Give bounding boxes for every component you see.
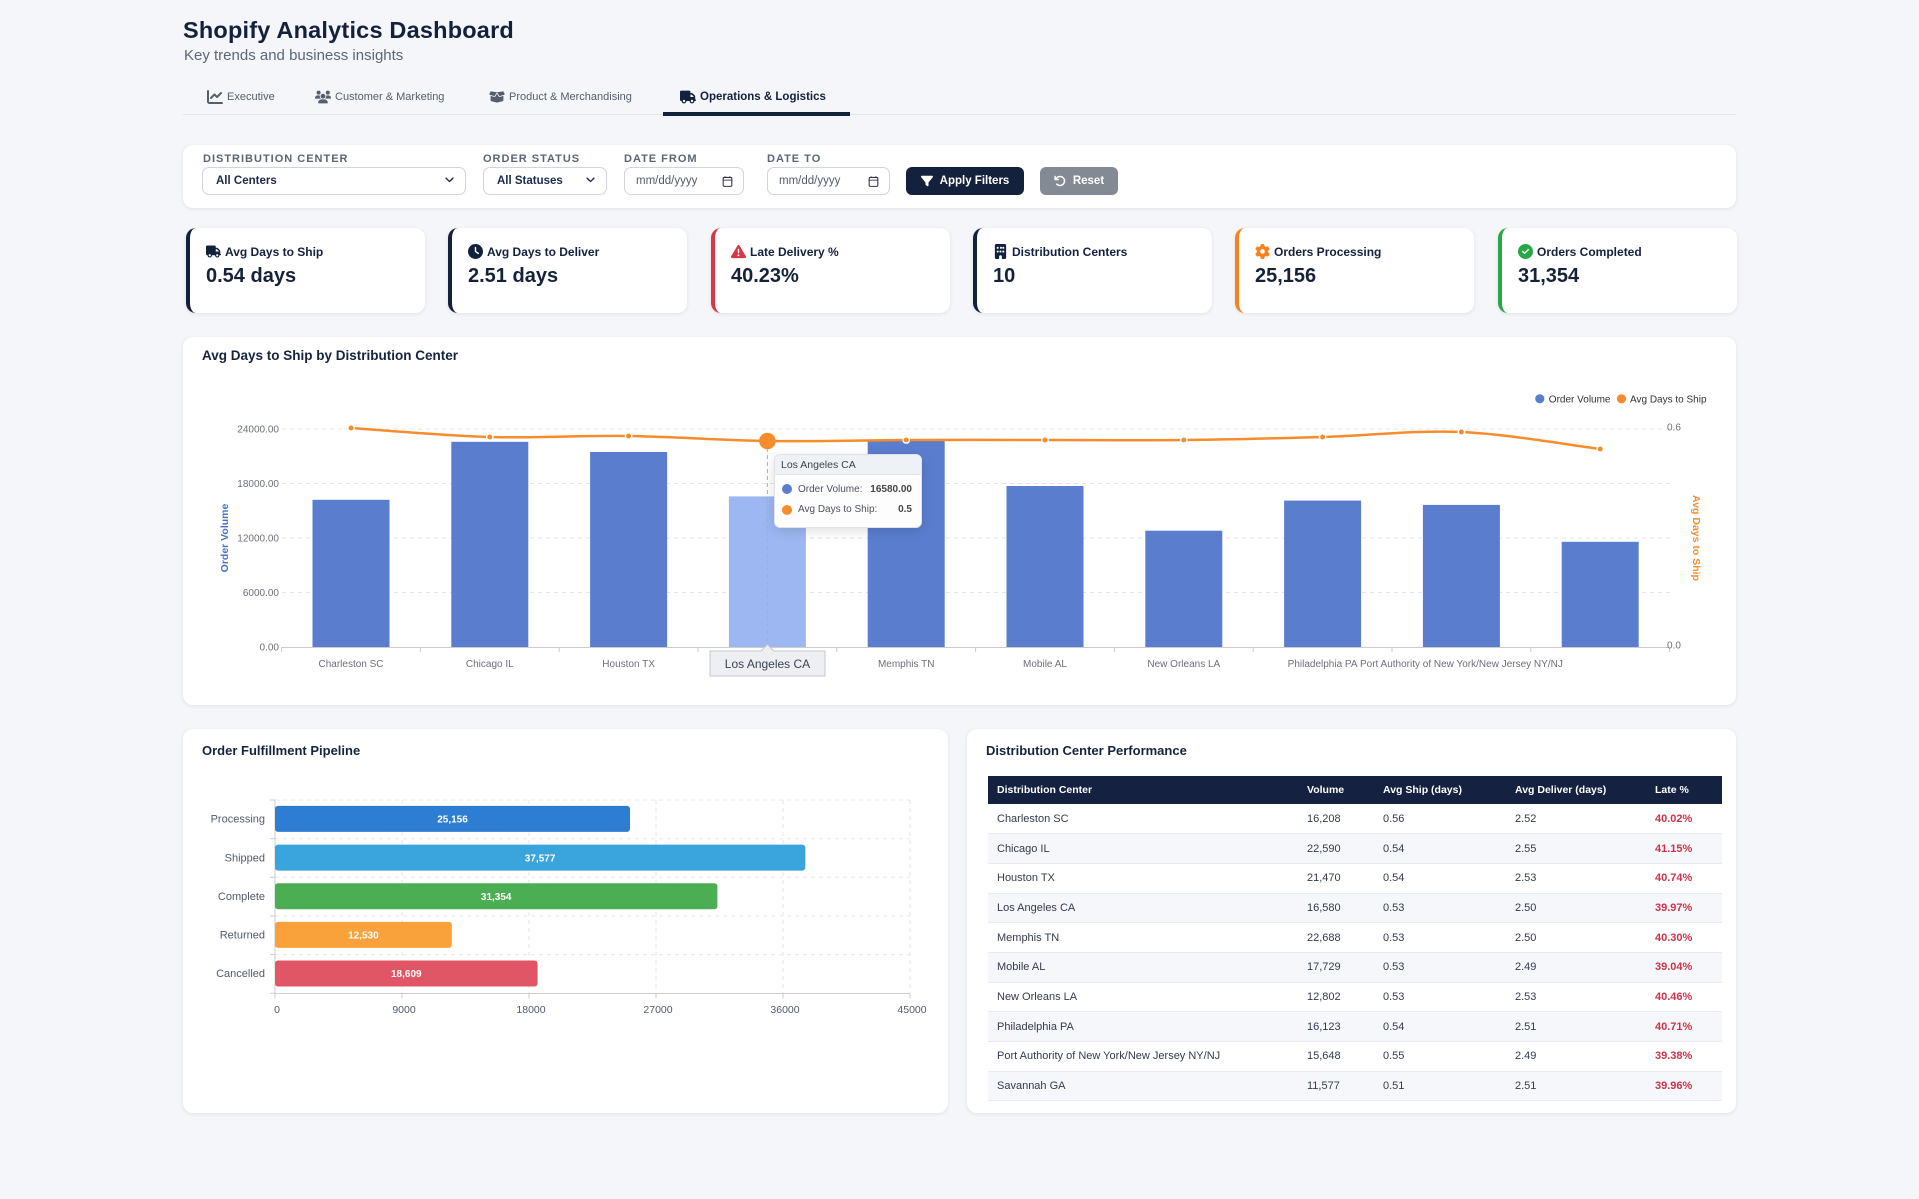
svg-text:9000: 9000 [392, 1004, 416, 1016]
svg-text:Los Angeles CA: Los Angeles CA [725, 657, 810, 671]
svg-text:Cancelled: Cancelled [216, 968, 265, 980]
svg-text:25,156: 25,156 [437, 815, 468, 826]
svg-text:27000: 27000 [643, 1004, 672, 1016]
svg-text:Complete: Complete [218, 891, 265, 903]
svg-text:Avg Days to Ship: Avg Days to Ship [1630, 394, 1707, 405]
svg-text:Returned: Returned [220, 930, 265, 942]
svg-text:Chicago IL: Chicago IL [466, 659, 514, 670]
svg-text:Mobile AL: Mobile AL [1023, 659, 1067, 670]
svg-text:Avg Days to Ship: Avg Days to Ship [1690, 495, 1702, 581]
svg-text:45000: 45000 [897, 1004, 926, 1016]
svg-text:18000: 18000 [516, 1004, 545, 1016]
svg-text:12,530: 12,530 [348, 931, 379, 942]
svg-text:Philadelphia PA: Philadelphia PA [1288, 659, 1358, 670]
svg-text:Order Volume: Order Volume [1549, 394, 1611, 405]
svg-text:Processing: Processing [211, 814, 265, 826]
svg-text:31,354: 31,354 [481, 892, 512, 903]
svg-text:6000.00: 6000.00 [243, 588, 280, 599]
svg-text:12000.00: 12000.00 [237, 534, 279, 545]
svg-text:18,609: 18,609 [391, 969, 422, 980]
svg-text:Charleston SC: Charleston SC [318, 659, 383, 670]
svg-text:Port Authority of New York/New: Port Authority of New York/New Jersey NY… [1360, 659, 1563, 670]
svg-text:Memphis TN: Memphis TN [878, 659, 935, 670]
svg-text:18000.00: 18000.00 [237, 479, 279, 490]
svg-text:Shipped: Shipped [225, 852, 265, 864]
svg-text:24000.00: 24000.00 [237, 425, 279, 436]
svg-text:Order Volume: Order Volume [219, 504, 231, 573]
svg-text:0: 0 [274, 1004, 280, 1016]
svg-text:0.6: 0.6 [1667, 423, 1681, 434]
svg-text:36000: 36000 [770, 1004, 799, 1016]
svg-text:0.0: 0.0 [1667, 641, 1681, 652]
svg-text:New Orleans LA: New Orleans LA [1147, 659, 1220, 670]
svg-text:0.00: 0.00 [260, 643, 280, 654]
svg-text:37,577: 37,577 [525, 853, 556, 864]
svg-text:Houston TX: Houston TX [602, 659, 655, 670]
